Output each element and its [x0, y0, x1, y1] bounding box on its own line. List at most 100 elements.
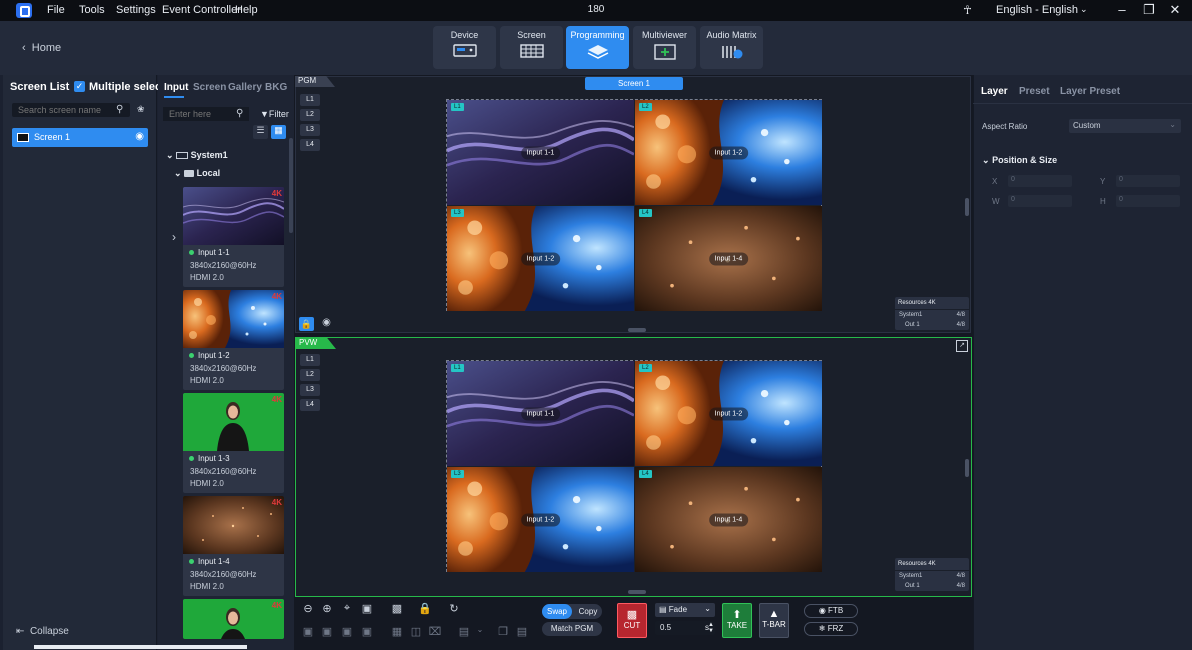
position-size-section[interactable]: ⌄ Position & Size: [982, 155, 1057, 166]
pgm-layer-button-l3[interactable]: L3: [300, 124, 320, 136]
send-backward-icon[interactable]: ▣: [339, 625, 355, 639]
pgm-horizontal-scrollbar[interactable]: [628, 328, 646, 332]
search-icon[interactable]: ⚲: [236, 108, 243, 119]
tree-system-node[interactable]: ⌄ System1: [166, 150, 228, 161]
clear-layers-icon[interactable]: ▩: [389, 602, 405, 616]
pvw-layer-button-l4[interactable]: L4: [300, 399, 320, 411]
bring-front-icon[interactable]: ▣: [300, 625, 316, 639]
frz-button[interactable]: ❄ FRZ: [804, 622, 858, 636]
tab-multiviewer[interactable]: Multiviewer: [633, 26, 696, 69]
swap-button[interactable]: Swap: [542, 604, 572, 619]
shirt-icon[interactable]: ☥: [963, 3, 972, 17]
pvw-layer-l1[interactable]: L1 Input 1-1: [447, 361, 634, 466]
fit-center-icon[interactable]: ⌖: [339, 602, 355, 616]
restore-icon[interactable]: ❐: [1139, 2, 1159, 18]
transition-select[interactable]: ▤ Fade ⌄: [655, 603, 715, 617]
cut-button[interactable]: ▩ CUT: [617, 603, 647, 638]
pvw-layer-button-l1[interactable]: L1: [300, 354, 320, 366]
y-field[interactable]: 0: [1116, 175, 1180, 187]
swap-copy-toggle[interactable]: Swap Copy: [542, 604, 602, 619]
stepper-icon[interactable]: ▲ ▼: [708, 622, 714, 634]
send-back-icon[interactable]: ▣: [359, 625, 375, 639]
multiple-select-checkbox[interactable]: ✓: [74, 81, 85, 92]
ftb-button[interactable]: ◉ FTB: [804, 604, 858, 618]
duration-input[interactable]: 0.5 s ▲ ▼: [655, 621, 715, 635]
aspect-ratio-select[interactable]: Custom ⌄: [1069, 119, 1181, 133]
bring-forward-icon[interactable]: ▣: [319, 625, 335, 639]
sync-icon[interactable]: ↻: [446, 602, 462, 616]
pvw-layer-l4[interactable]: L4 Input 1-4: [635, 467, 822, 572]
pgm-layer-button-l4[interactable]: L4: [300, 139, 320, 151]
pgm-layer-button-l2[interactable]: L2: [300, 109, 320, 121]
chevron-down-icon[interactable]: ⌄: [1080, 4, 1088, 15]
language-select[interactable]: English - English: [996, 4, 1078, 16]
duplicate-icon[interactable]: ❐: [495, 625, 511, 639]
zoom-out-icon[interactable]: ⊖: [300, 602, 316, 616]
lock-icon[interactable]: 🔒: [299, 317, 314, 331]
collapse-button[interactable]: ⇤ Collapse: [16, 626, 69, 637]
copy-button[interactable]: Copy: [574, 604, 602, 619]
minimize-icon[interactable]: –: [1112, 2, 1132, 17]
screen-search-input[interactable]: [12, 103, 130, 117]
tree-local-node[interactable]: ⌄ Local: [174, 168, 220, 179]
close-icon[interactable]: ✕: [1165, 2, 1185, 18]
input-card[interactable]: 4K Input 1-4 3840x2160@60Hz HDMI 2.0: [183, 496, 284, 596]
home-link[interactable]: ‹ Home: [22, 42, 61, 54]
input-list-scrollbar[interactable]: [289, 138, 293, 233]
input-card[interactable]: 4K Input 1-3 3840x2160@60Hz HDMI 2.0: [183, 393, 284, 493]
tab-input[interactable]: Input: [164, 82, 188, 93]
lock-all-icon[interactable]: 🔒: [417, 602, 433, 616]
pvw-vertical-scrollbar[interactable]: [965, 459, 969, 477]
tab-device[interactable]: Device: [433, 26, 496, 69]
expand-icon[interactable]: ↗: [956, 340, 968, 352]
pvw-layer-l2[interactable]: L2 Input 1-2: [635, 361, 822, 466]
pvw-layer-button-l2[interactable]: L2: [300, 369, 320, 381]
chevron-right-icon[interactable]: ›: [172, 230, 176, 244]
search-icon[interactable]: ⚲: [116, 104, 123, 115]
pgm-layer-l3[interactable]: L3 Input 1-2: [447, 206, 634, 311]
pvw-canvas[interactable]: L1 Input 1-1 L2 Input 1-2 L3 Input 1-2 L…: [446, 360, 822, 572]
tab-layer-preset[interactable]: Layer Preset: [1060, 86, 1120, 97]
zoom-in-icon[interactable]: ⊕: [319, 602, 335, 616]
pgm-canvas[interactable]: L1 Input 1-1 L2 Input 1-2 L3 Input 1-2 L…: [446, 99, 822, 311]
x-field[interactable]: 0: [1008, 175, 1072, 187]
pgm-layer-l1[interactable]: L1 Input 1-1: [447, 100, 634, 205]
chevron-down-icon[interactable]: ⌄: [472, 625, 488, 639]
tab-screen-sources[interactable]: Screen: [193, 82, 226, 93]
window-layout-icon[interactable]: ▤: [456, 625, 472, 639]
pgm-vertical-scrollbar[interactable]: [965, 198, 969, 216]
pgm-screen-tab[interactable]: Screen 1: [585, 77, 683, 90]
take-button[interactable]: ⬆ TAKE: [722, 603, 752, 638]
tab-bkg[interactable]: BKG: [265, 82, 287, 93]
pvw-layer-button-l3[interactable]: L3: [300, 384, 320, 396]
screen-list-item[interactable]: Screen 1 ◉: [12, 128, 148, 147]
list-view-icon[interactable]: ☰: [253, 125, 268, 139]
pvw-horizontal-scrollbar[interactable]: [628, 590, 646, 594]
tbar-button[interactable]: ▲ T-BAR: [759, 603, 789, 638]
filter-button[interactable]: ▼Filter: [260, 109, 289, 119]
tab-layer[interactable]: Layer: [981, 86, 1008, 97]
fullscreen-icon[interactable]: ▣: [359, 602, 375, 616]
layout-split-icon[interactable]: ◫: [408, 625, 424, 639]
h-field[interactable]: 0: [1116, 195, 1180, 207]
input-card[interactable]: 4K: [183, 599, 284, 639]
layout-grid-icon[interactable]: ⌧: [427, 625, 443, 639]
layout-full-icon[interactable]: ▦: [389, 625, 405, 639]
paste-icon[interactable]: ▤: [514, 625, 530, 639]
eye-icon[interactable]: ◉: [135, 131, 144, 142]
pgm-layer-l2[interactable]: L2 Input 1-2: [635, 100, 822, 205]
input-card[interactable]: 4K Input 1-2 3840x2160@60Hz HDMI 2.0: [183, 290, 284, 390]
match-pgm-button[interactable]: Match PGM: [542, 622, 602, 636]
grid-view-icon[interactable]: ▦: [271, 125, 286, 139]
pgm-layer-button-l1[interactable]: L1: [300, 94, 320, 106]
tab-gallery[interactable]: Gallery: [228, 82, 262, 93]
tab-screen[interactable]: Screen: [500, 26, 563, 69]
camera-icon[interactable]: ◉: [319, 317, 334, 331]
tab-preset[interactable]: Preset: [1019, 86, 1050, 97]
pvw-layer-l3[interactable]: L3 Input 1-2: [447, 467, 634, 572]
pgm-layer-l4[interactable]: L4 Input 1-4: [635, 206, 822, 311]
tab-programming[interactable]: Programming: [566, 26, 629, 69]
input-card[interactable]: 4K Input 1-1 3840x2160@60Hz HDMI 2.0: [183, 187, 284, 287]
tab-audio-matrix[interactable]: Audio Matrix: [700, 26, 763, 69]
broadcast-icon[interactable]: ❀: [137, 104, 145, 115]
